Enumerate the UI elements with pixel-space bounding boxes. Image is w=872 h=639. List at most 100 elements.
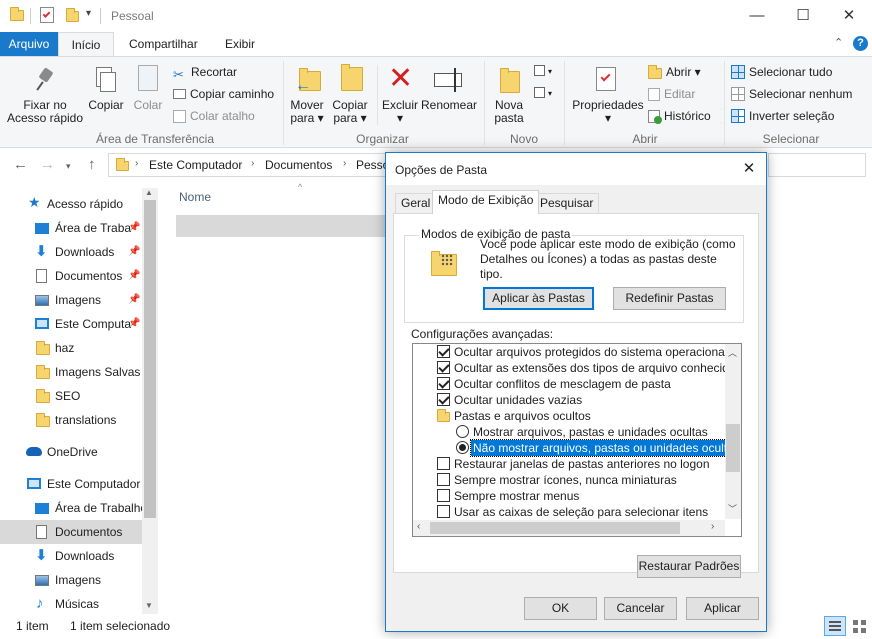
setting-checkbox[interactable] bbox=[437, 473, 450, 486]
copy-button[interactable]: Copiar bbox=[86, 63, 126, 129]
select-all-button[interactable]: Selecionar tudo bbox=[731, 64, 832, 80]
tab-compartilhar[interactable]: Compartilhar bbox=[119, 32, 208, 56]
apply-button[interactable]: Aplicar bbox=[686, 597, 759, 620]
reset-folders-button[interactable]: Redefinir Pastas bbox=[613, 287, 726, 310]
nav-item-documentos-selected[interactable]: Documentos bbox=[0, 520, 142, 544]
dialog-close-button[interactable]: ✕ bbox=[734, 159, 764, 179]
nav-item-seo[interactable]: SEO bbox=[0, 384, 142, 408]
setting-radio[interactable] bbox=[456, 425, 469, 438]
back-icon[interactable]: ← bbox=[13, 156, 28, 173]
new-folder-icon bbox=[500, 68, 520, 93]
pin-quick-access-button[interactable]: Fixar no Acesso rápido bbox=[4, 63, 86, 129]
breadcrumb-documentos[interactable]: Documentos bbox=[265, 158, 332, 172]
new-folder-button[interactable]: Nova pasta bbox=[488, 63, 530, 129]
minimize-button[interactable]: — bbox=[734, 0, 780, 32]
scroll-down-icon[interactable]: ▼ bbox=[145, 601, 153, 610]
search-box[interactable] bbox=[768, 153, 866, 177]
setting-checkbox[interactable] bbox=[437, 393, 450, 406]
file-row-selected[interactable] bbox=[176, 215, 388, 237]
nav-item-haz[interactable]: haz bbox=[0, 336, 142, 360]
settings-horizontal-scrollbar[interactable]: ‹ › bbox=[413, 520, 725, 536]
setting-checkbox[interactable] bbox=[437, 489, 450, 502]
move-to-button[interactable]: ← Mover para ▾ bbox=[287, 63, 327, 129]
setting-checkbox[interactable] bbox=[437, 377, 450, 390]
scroll-left-icon[interactable]: ‹ bbox=[417, 521, 420, 532]
dialog-tab-geral[interactable]: Geral bbox=[395, 193, 437, 213]
collapse-ribbon-icon[interactable]: ⌃ bbox=[834, 36, 843, 49]
nav-scrollbar-thumb[interactable] bbox=[144, 200, 156, 518]
settings-vertical-scrollbar[interactable]: ︿ ﹀ bbox=[725, 344, 741, 519]
scroll-up-icon[interactable]: ︿ bbox=[728, 346, 737, 359]
scroll-up-icon[interactable]: ▲ bbox=[145, 188, 153, 197]
apply-to-folders-button[interactable]: Aplicar às Pastas bbox=[483, 287, 594, 310]
rename-label: Renomear bbox=[420, 98, 478, 112]
invert-selection-button[interactable]: Inverter seleção bbox=[731, 108, 834, 124]
history-button[interactable]: Histórico bbox=[648, 108, 711, 124]
nav-item-area-de-trabalho-2[interactable]: Área de Trabalho bbox=[0, 496, 142, 520]
setting-checkbox[interactable] bbox=[437, 457, 450, 470]
folder-icon bbox=[36, 365, 50, 379]
tab-inicio[interactable]: Início bbox=[58, 32, 114, 57]
recent-locations-icon[interactable]: ▾ bbox=[66, 161, 71, 172]
properties-icon[interactable] bbox=[40, 7, 54, 23]
nav-item-este-computador-pinned[interactable]: Este Computa 📌 bbox=[0, 312, 142, 336]
scroll-right-icon[interactable]: › bbox=[711, 521, 714, 532]
nav-item-imagens-2[interactable]: Imagens bbox=[0, 568, 142, 592]
ok-button[interactable]: OK bbox=[524, 597, 597, 620]
nav-item-imagens[interactable]: Imagens 📌 bbox=[0, 288, 142, 312]
breadcrumb-este-computador[interactable]: Este Computador bbox=[149, 158, 242, 172]
dialog-tab-pesquisar[interactable]: Pesquisar bbox=[534, 193, 600, 213]
tab-exibir[interactable]: Exibir bbox=[215, 32, 265, 56]
nav-item-area-de-trabalho[interactable]: Área de Traba 📌 bbox=[0, 216, 142, 240]
copy-to-button[interactable]: Copiar para ▾ bbox=[329, 63, 371, 129]
help-icon[interactable]: ? bbox=[853, 36, 868, 51]
paste-icon bbox=[138, 65, 158, 91]
settings-hscroll-thumb[interactable] bbox=[430, 522, 680, 534]
nav-item-label: Este Computa bbox=[55, 317, 132, 331]
forward-icon[interactable]: → bbox=[40, 156, 55, 173]
new-folder-icon[interactable] bbox=[66, 8, 79, 22]
copy-path-button[interactable]: Copiar caminho bbox=[173, 86, 274, 102]
setting-checkbox[interactable] bbox=[437, 505, 450, 518]
nav-item-label: SEO bbox=[55, 389, 81, 403]
edit-button[interactable]: Editar bbox=[648, 86, 695, 102]
rename-button[interactable]: Renomear bbox=[420, 63, 478, 129]
details-view-icon[interactable] bbox=[824, 616, 846, 636]
large-icons-view-icon[interactable] bbox=[850, 616, 870, 636]
setting-checkbox[interactable] bbox=[437, 345, 450, 358]
nav-item-documentos[interactable]: Documentos 📌 bbox=[0, 264, 142, 288]
column-header-nome[interactable]: Nome bbox=[179, 190, 211, 204]
paste-shortcut-button[interactable]: Colar atalho bbox=[173, 108, 255, 124]
properties-button[interactable]: Propriedades ▾ bbox=[570, 63, 646, 129]
close-button[interactable]: ✕ bbox=[826, 0, 872, 32]
paste-button[interactable]: Colar bbox=[128, 63, 168, 129]
select-none-button[interactable]: Selecionar nenhum bbox=[731, 86, 852, 102]
nav-item-onedrive[interactable]: OneDrive bbox=[0, 440, 142, 464]
easy-access-icon[interactable]: ▾ bbox=[534, 87, 556, 103]
nav-item-este-computador[interactable]: Este Computador bbox=[0, 472, 142, 496]
history-label: Histórico bbox=[664, 109, 711, 123]
new-item-icon[interactable]: ▾ bbox=[534, 65, 556, 81]
setting-radio[interactable] bbox=[456, 441, 469, 454]
cancel-button[interactable]: Cancelar bbox=[604, 597, 677, 620]
maximize-button[interactable]: ☐ bbox=[780, 0, 826, 32]
nav-item-imagens-salvas[interactable]: Imagens Salvas bbox=[0, 360, 142, 384]
customize-toolbar-icon[interactable]: ▾ bbox=[86, 8, 91, 19]
restore-defaults-button[interactable]: Restaurar Padrões bbox=[637, 555, 741, 578]
nav-item-musicas[interactable]: ♪ Músicas bbox=[0, 592, 142, 616]
setting-checkbox[interactable] bbox=[437, 361, 450, 374]
delete-button[interactable]: ✕ Excluir ▾ bbox=[380, 63, 420, 129]
tab-arquivo[interactable]: Arquivo bbox=[0, 32, 58, 56]
nav-item-downloads[interactable]: ⬇ Downloads 📌 bbox=[0, 240, 142, 264]
nav-item-downloads-2[interactable]: ⬇ Downloads bbox=[0, 544, 142, 568]
advanced-settings-list[interactable]: Ocultar arquivos protegidos do sistema o… bbox=[412, 343, 742, 537]
up-icon[interactable]: ↑ bbox=[88, 156, 96, 173]
nav-item-translations[interactable]: translations bbox=[0, 408, 142, 432]
nav-item-acesso-rapido[interactable]: ★ Acesso rápido bbox=[0, 192, 142, 216]
cut-button[interactable]: ✂ Recortar bbox=[173, 64, 237, 82]
dialog-tab-modo-de-exibicao[interactable]: Modo de Exibição bbox=[432, 190, 540, 214]
settings-scrollbar-thumb[interactable] bbox=[726, 424, 740, 472]
scroll-down-icon[interactable]: ﹀ bbox=[728, 502, 737, 515]
address-bar[interactable]: › Este Computador › Documentos › Pesso bbox=[108, 153, 390, 177]
open-button[interactable]: Abrir ▾ bbox=[648, 64, 701, 80]
